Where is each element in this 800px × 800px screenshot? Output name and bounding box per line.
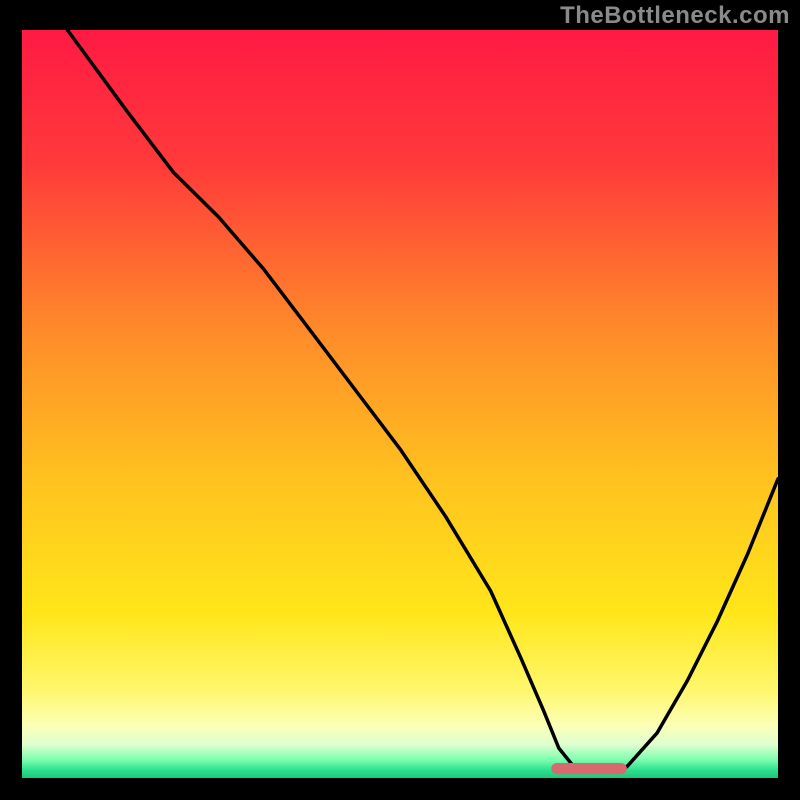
marker-layer bbox=[22, 30, 778, 778]
optimal-region-marker bbox=[551, 763, 627, 774]
plot-area bbox=[22, 30, 778, 778]
chart-frame: TheBottleneck.com bbox=[0, 0, 800, 800]
watermark-text: TheBottleneck.com bbox=[560, 2, 790, 30]
